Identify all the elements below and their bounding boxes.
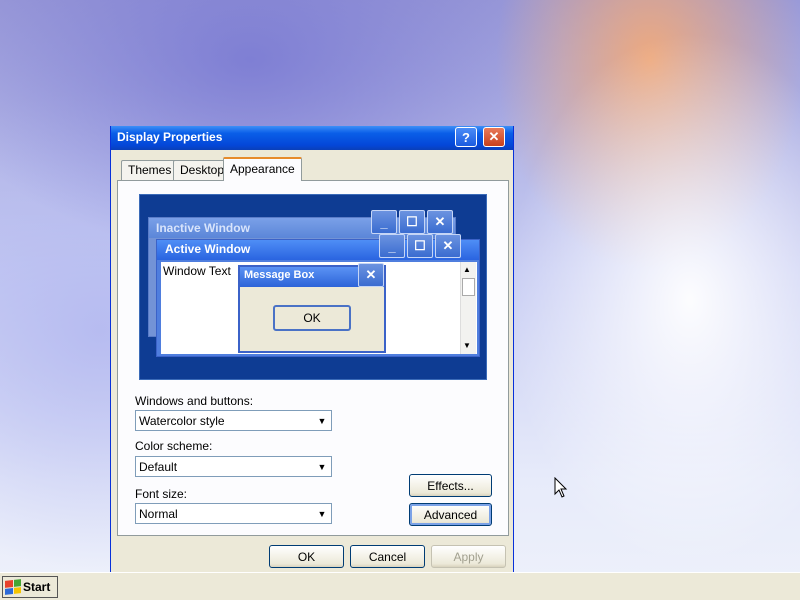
color-scheme-label: Color scheme: <box>135 439 213 453</box>
ok-button[interactable]: OK <box>269 545 344 568</box>
message-box-preview: Message Box ✕ OK <box>238 263 386 353</box>
windows-logo-icon <box>5 579 21 595</box>
font-size-label: Font size: <box>135 487 188 501</box>
close-icon: ✕ <box>488 129 500 144</box>
message-box-close-icon: ✕ <box>358 263 384 287</box>
active-maximize-icon: ☐ <box>407 234 433 258</box>
start-button[interactable]: Start <box>2 576 58 598</box>
active-minimize-icon: _ <box>379 234 405 258</box>
scroll-up-icon: ▲ <box>463 265 471 274</box>
start-label: Start <box>23 580 51 594</box>
inactive-close-icon: ✕ <box>427 210 453 234</box>
help-button[interactable]: ? <box>455 127 477 147</box>
color-scheme-select[interactable]: Default ▼ <box>135 456 332 477</box>
preview-scrollbar: ▲ ▼ <box>460 262 476 354</box>
font-size-select[interactable]: Normal ▼ <box>135 503 332 524</box>
scroll-thumb <box>462 278 475 296</box>
dialog-title-bar[interactable]: Display Properties ? ✕ <box>111 126 513 150</box>
message-box-ok-button: OK <box>273 305 351 331</box>
message-box-title: Message Box <box>244 269 315 281</box>
inactive-window-title: Inactive Window <box>156 221 250 235</box>
cancel-button[interactable]: Cancel <box>350 545 425 568</box>
scroll-down-icon: ▼ <box>463 341 471 350</box>
effects-button[interactable]: Effects... <box>409 474 492 497</box>
advanced-button[interactable]: Advanced <box>409 503 492 526</box>
inactive-minimize-icon: _ <box>371 210 397 234</box>
color-scheme-value: Default <box>139 460 178 474</box>
font-size-value: Normal <box>139 507 178 521</box>
inactive-maximize-icon: ☐ <box>399 210 425 234</box>
active-close-icon: ✕ <box>435 234 461 258</box>
apply-button[interactable]: Apply <box>431 545 506 568</box>
windows-and-buttons-label: Windows and buttons: <box>135 394 254 408</box>
tab-appearance[interactable]: Appearance <box>223 157 302 181</box>
dialog-title: Display Properties <box>117 130 223 144</box>
mouse-cursor-icon <box>554 477 568 498</box>
display-properties-dialog: Display Properties ? ✕ Themes Desktop Ap… <box>110 126 514 574</box>
chevron-down-icon[interactable]: ▼ <box>314 505 330 522</box>
active-window-title: Active Window <box>165 242 251 256</box>
close-button[interactable]: ✕ <box>483 127 505 147</box>
tab-themes[interactable]: Themes <box>121 160 179 180</box>
help-icon: ? <box>462 129 470 145</box>
taskbar: Start <box>0 572 800 600</box>
window-text: Window Text <box>163 264 231 278</box>
windows-and-buttons-value: Watercolor style <box>139 414 225 428</box>
chevron-down-icon[interactable]: ▼ <box>314 458 330 475</box>
windows-and-buttons-select[interactable]: Watercolor style ▼ <box>135 410 332 431</box>
appearance-preview: Inactive Window _ ☐ ✕ Active Window _ ☐ … <box>139 194 487 380</box>
chevron-down-icon[interactable]: ▼ <box>314 412 330 429</box>
